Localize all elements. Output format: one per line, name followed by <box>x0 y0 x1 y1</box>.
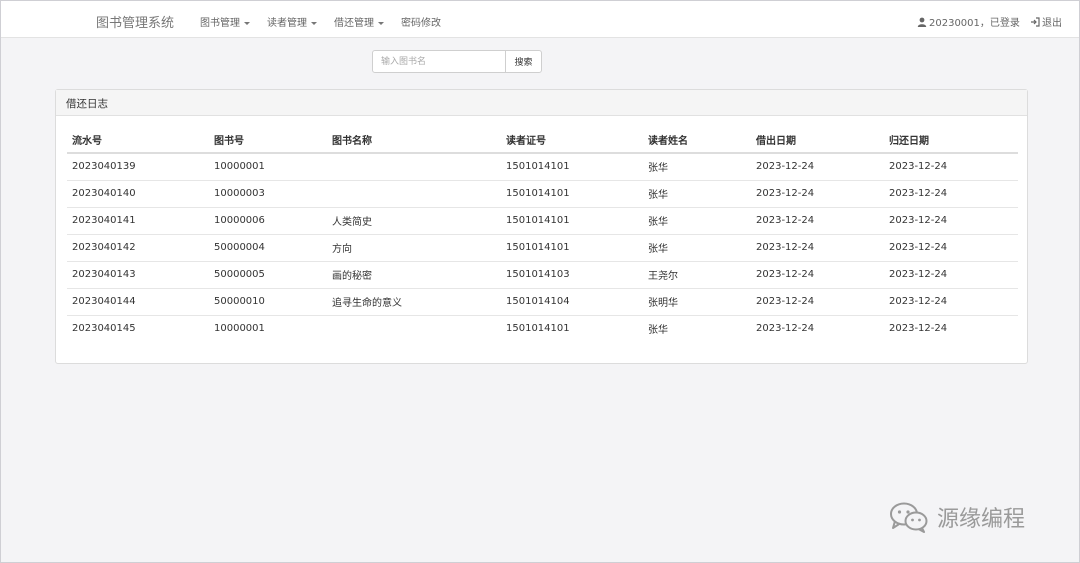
table-header-row: 流水号 图书号 图书名称 读者证号 读者姓名 借出日期 归还日期 <box>67 126 1018 154</box>
cell-book-id: 10000001 <box>209 153 327 181</box>
nav-book-management[interactable]: 图书管理 <box>200 14 250 29</box>
cell-book-name: 方向 <box>327 234 501 262</box>
cell-reader-name: 张华 <box>643 153 751 181</box>
cell-reader-id: 1501014104 <box>501 288 643 316</box>
cell-return-date: 2023-12-24 <box>884 234 1018 262</box>
table-row: 2023040143 50000005 画的秘密 1501014103 王尧尔 … <box>67 261 1018 289</box>
nav-lending-management[interactable]: 借还管理 <box>334 14 384 29</box>
cell-return-date: 2023-12-24 <box>884 288 1018 316</box>
logout-link[interactable]: 退出 <box>1030 14 1062 29</box>
logout-icon <box>1031 17 1040 27</box>
cell-book-name: 人类简史 <box>327 207 501 235</box>
cell-reader-name: 张华 <box>643 180 751 208</box>
column-header-lend-date: 借出日期 <box>751 126 884 154</box>
table-row: 2023040144 50000010 追寻生命的意义 1501014104 张… <box>67 288 1018 316</box>
cell-reader-id: 1501014101 <box>506 323 570 335</box>
cell-reader-id: 1501014101 <box>501 153 643 181</box>
column-header-reader-id: 读者证号 <box>501 126 643 154</box>
column-header-book-id: 图书号 <box>209 126 327 154</box>
cell-reader-name: 张明华 <box>643 288 751 316</box>
cell-serial: 2023040142 <box>67 234 209 262</box>
wechat-icon <box>890 502 928 533</box>
cell-serial: 2023040145 <box>72 323 136 335</box>
cell-serial: 2023040140 <box>67 180 209 208</box>
cell-book-id: 50000005 <box>209 261 327 289</box>
cell-lend-date: 2023-12-24 <box>751 207 884 235</box>
cell-reader-id: 1501014101 <box>501 180 643 208</box>
cell-reader-name: 王尧尔 <box>643 261 751 289</box>
nav-lending-management-label: 借还管理 <box>334 18 374 29</box>
cell-book-name: 画的秘密 <box>327 261 501 289</box>
nav-password-change-label: 密码修改 <box>401 18 441 29</box>
cell-reader-name: 张华 <box>648 325 668 337</box>
cell-book-id: 50000010 <box>209 288 327 316</box>
cell-book-id: 50000004 <box>209 234 327 262</box>
caret-down-icon <box>311 21 317 25</box>
cell-book-id: 10000003 <box>209 180 327 208</box>
cell-reader-name: 张华 <box>643 207 751 235</box>
user-status[interactable]: 20230001，已登录 <box>917 14 1020 29</box>
nav-password-change[interactable]: 密码修改 <box>401 14 441 29</box>
cell-book-name: 追寻生命的意义 <box>327 288 501 316</box>
search-input[interactable] <box>372 50 506 73</box>
cell-lend-date: 2023-12-24 <box>751 288 884 316</box>
table-row: 2023040145 10000001 1501014101 张华 2023-1… <box>67 315 1018 342</box>
cell-lend-date: 2023-12-24 <box>751 261 884 289</box>
user-icon <box>917 17 927 27</box>
cell-serial: 2023040139 <box>67 153 209 181</box>
logout-label: 退出 <box>1042 18 1062 29</box>
cell-serial: 2023040141 <box>67 207 209 235</box>
table-row: 2023040141 10000006 人类简史 1501014101 张华 2… <box>67 207 1018 235</box>
cell-lend-date: 2023-12-24 <box>751 180 884 208</box>
nav-book-management-label: 图书管理 <box>200 18 240 29</box>
cell-return-date: 2023-12-24 <box>884 207 1018 235</box>
column-header-serial: 流水号 <box>67 126 209 154</box>
column-header-return-date: 归还日期 <box>884 126 1018 154</box>
cell-serial: 2023040143 <box>67 261 209 289</box>
cell-serial: 2023040144 <box>67 288 209 316</box>
caret-down-icon <box>378 21 384 25</box>
table-row: 2023040139 10000001 1501014101 张华 2023-1… <box>67 153 1018 181</box>
nav-reader-management-label: 读者管理 <box>267 18 307 29</box>
cell-book-id: 10000001 <box>214 323 265 335</box>
cell-reader-id: 1501014101 <box>501 207 643 235</box>
cell-book-name <box>327 180 501 208</box>
cell-book-name <box>327 315 501 342</box>
cell-reader-id: 1501014103 <box>501 261 643 289</box>
cell-return-date: 2023-12-24 <box>884 180 1018 208</box>
cell-book-id: 10000006 <box>209 207 327 235</box>
lending-log-panel: 借还日志 流水号 图书号 图书名称 读者证号 读者姓名 借出日期 归还日期 20… <box>55 89 1028 364</box>
cell-lend-date: 2023-12-24 <box>751 234 884 262</box>
cell-reader-id: 1501014101 <box>501 234 643 262</box>
search-button[interactable]: 搜索 <box>505 50 542 73</box>
nav-reader-management[interactable]: 读者管理 <box>267 14 317 29</box>
panel-title: 借还日志 <box>56 90 1027 116</box>
watermark: 源缘编程 <box>889 497 1025 537</box>
column-header-book-name: 图书名称 <box>327 126 501 154</box>
column-header-reader-name: 读者姓名 <box>643 126 751 154</box>
table-row: 2023040142 50000004 方向 1501014101 张华 202… <box>67 234 1018 262</box>
cell-reader-name: 张华 <box>643 234 751 262</box>
cell-lend-date: 2023-12-24 <box>751 153 884 181</box>
caret-down-icon <box>244 21 250 25</box>
lending-log-table: 流水号 图书号 图书名称 读者证号 读者姓名 借出日期 归还日期 2023040… <box>67 126 1018 342</box>
table-row: 2023040140 10000003 1501014101 张华 2023-1… <box>67 180 1018 208</box>
app-brand[interactable]: 图书管理系统 <box>96 12 174 31</box>
user-status-text: 20230001，已登录 <box>929 18 1020 29</box>
watermark-text: 源缘编程 <box>937 507 1026 532</box>
cell-return-date: 2023-12-24 <box>884 153 1018 181</box>
cell-return-date: 2023-12-24 <box>884 261 1018 289</box>
top-navbar: 图书管理系统 图书管理 读者管理 借还管理 密码修改 20230001，已登录 … <box>1 1 1079 38</box>
cell-book-name <box>327 153 501 181</box>
cell-lend-date: 2023-12-24 <box>756 323 815 335</box>
cell-return-date: 2023-12-24 <box>889 323 948 335</box>
